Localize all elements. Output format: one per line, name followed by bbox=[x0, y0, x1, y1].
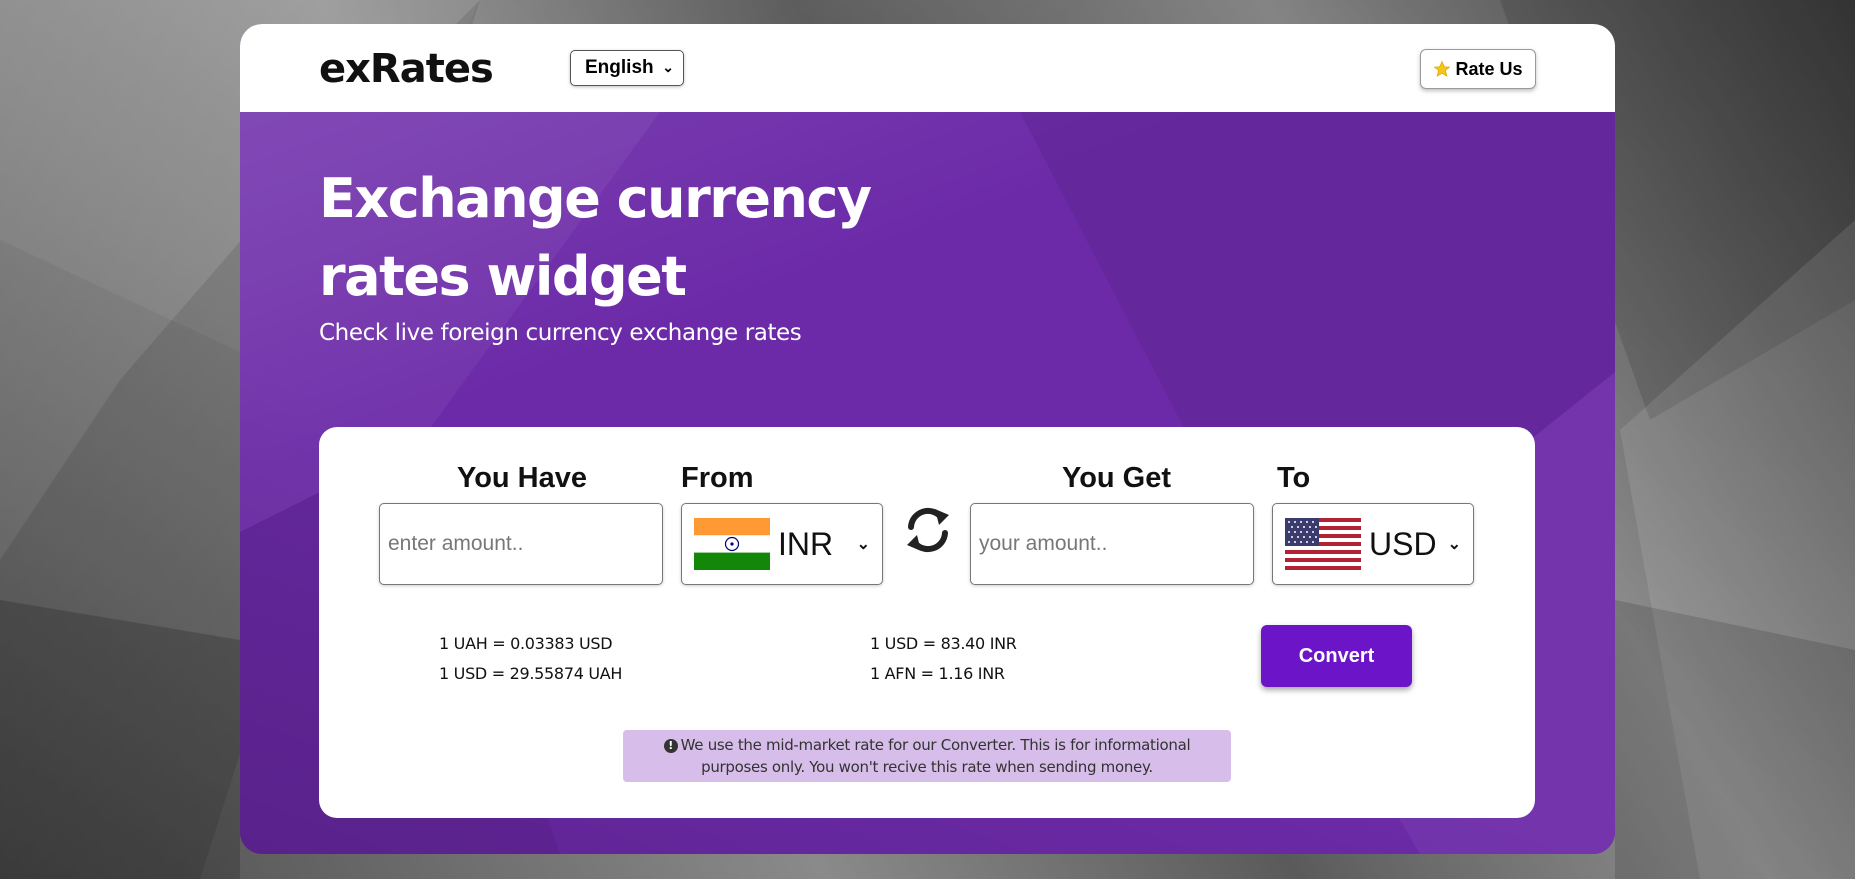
rate-line: 1 AFN = 1.16 INR bbox=[870, 664, 1005, 683]
page-title: Exchange currency rates widget bbox=[319, 160, 879, 316]
top-bar: exRates English ⌄ Rate Us bbox=[240, 24, 1615, 112]
india-flag-icon bbox=[694, 518, 770, 570]
to-currency-code: USD bbox=[1369, 525, 1437, 562]
rate-us-button[interactable]: Rate Us bbox=[1420, 49, 1536, 89]
headline-line-1: Exchange currency bbox=[319, 167, 872, 230]
star-icon bbox=[1434, 60, 1451, 77]
us-flag-icon bbox=[1285, 518, 1361, 570]
amount-have-field[interactable] bbox=[379, 503, 663, 585]
chevron-down-icon: ⌄ bbox=[856, 536, 870, 553]
rate-us-label: Rate Us bbox=[1455, 58, 1523, 79]
convert-button[interactable]: Convert bbox=[1261, 625, 1412, 687]
chevron-down-icon: ⌄ bbox=[1447, 536, 1461, 553]
page-subtitle: Check live foreign currency exchange rat… bbox=[319, 320, 802, 346]
to-currency-select[interactable]: USD ⌄ bbox=[1272, 503, 1474, 585]
rate-line: 1 USD = 29.55874 UAH bbox=[439, 664, 623, 683]
language-value: English bbox=[585, 57, 654, 78]
headline-line-2: rates widget bbox=[319, 245, 687, 308]
amount-get-input[interactable] bbox=[971, 504, 1253, 584]
notice-line-2: purposes only. You won't recive this rat… bbox=[701, 758, 1153, 776]
chevron-down-icon: ⌄ bbox=[662, 59, 674, 75]
rates-right: 1 USD = 83.40 INR 1 AFN = 1.16 INR bbox=[870, 629, 1017, 689]
from-currency-select[interactable]: INR ⌄ bbox=[681, 503, 883, 585]
from-label: From bbox=[681, 462, 754, 494]
info-icon: ! bbox=[663, 739, 678, 753]
rate-line: 1 USD = 83.40 INR bbox=[870, 634, 1017, 653]
language-select[interactable]: English ⌄ bbox=[570, 50, 684, 86]
amount-have-input[interactable] bbox=[380, 504, 662, 584]
logo[interactable]: exRates bbox=[319, 46, 494, 92]
you-get-label: You Get bbox=[1062, 462, 1172, 494]
disclaimer-notice: ! We use the mid-market rate for our Conv… bbox=[623, 730, 1231, 782]
hero-section: Exchange currency rates widget Check liv… bbox=[240, 112, 1615, 854]
to-label: To bbox=[1277, 462, 1311, 494]
converter-panel: You Have From You Get To INR ⌄ bbox=[319, 427, 1535, 818]
amount-get-field[interactable] bbox=[970, 503, 1254, 585]
swap-arrows-icon[interactable] bbox=[903, 503, 953, 557]
from-currency-code: INR bbox=[778, 525, 834, 562]
notice-line-1: We use the mid-market rate for our Conve… bbox=[680, 736, 1191, 754]
rate-line: 1 UAH = 0.03383 USD bbox=[439, 634, 613, 653]
you-have-label: You Have bbox=[457, 462, 588, 494]
widget-card: exRates English ⌄ Rate Us Exchange curre… bbox=[240, 24, 1615, 854]
rates-left: 1 UAH = 0.03383 USD 1 USD = 29.55874 UAH bbox=[439, 629, 622, 689]
